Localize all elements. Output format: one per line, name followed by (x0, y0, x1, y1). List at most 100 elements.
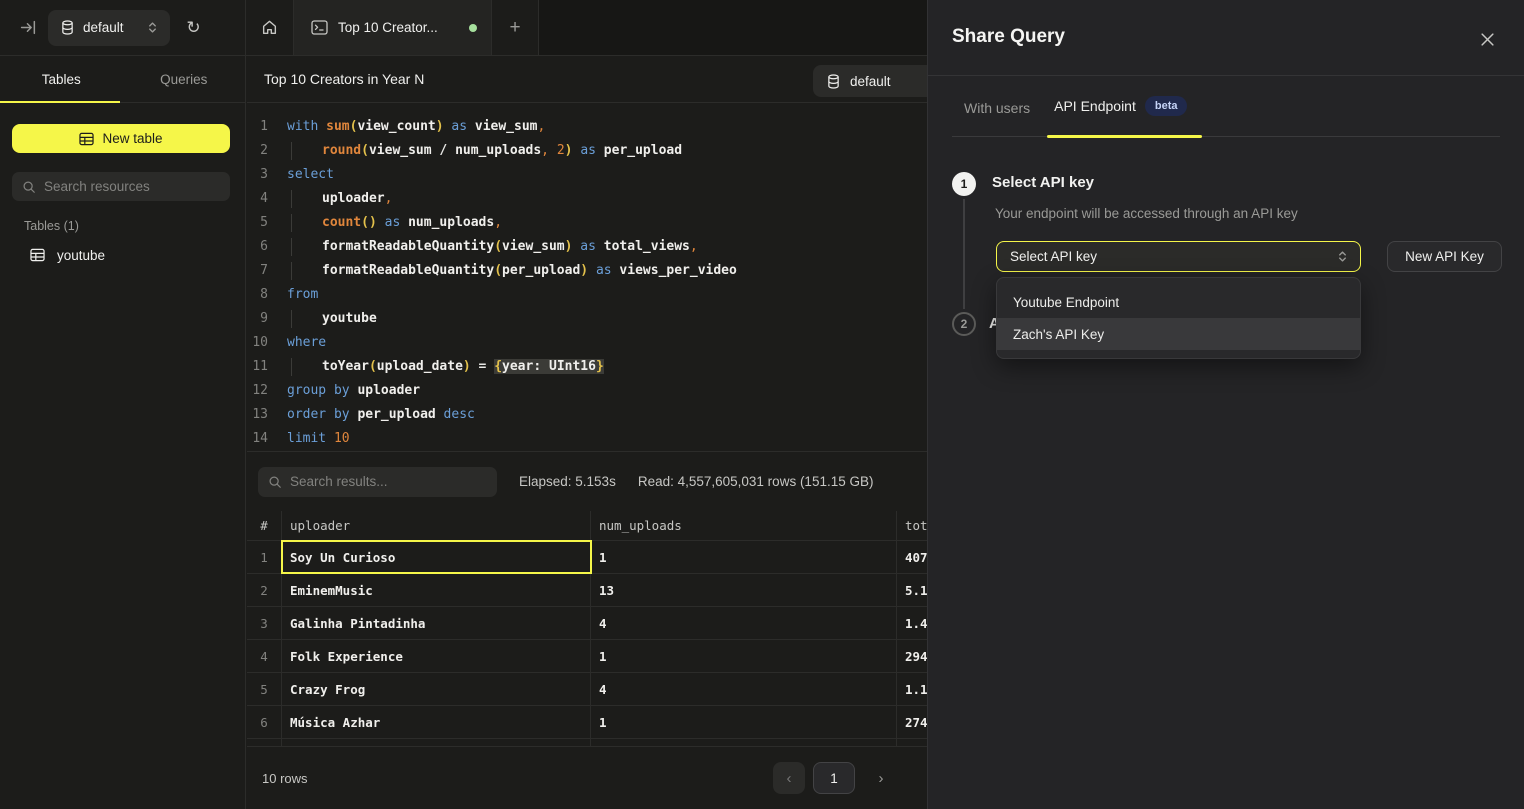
home-button[interactable] (246, 0, 294, 55)
chevron-right-icon: › (879, 770, 884, 787)
line-number: 2 (247, 139, 268, 163)
api-key-select-value: Select API key (1010, 249, 1337, 264)
database-selector-value: default (83, 20, 124, 35)
terminal-icon (311, 20, 328, 35)
line-number: 5 (247, 211, 268, 235)
step-connector-line (963, 199, 965, 309)
new-api-key-button[interactable]: New API Key (1387, 241, 1502, 272)
search-resources-input[interactable] (44, 179, 220, 194)
results-search (258, 467, 497, 497)
column-header-num[interactable]: # (247, 511, 282, 540)
results-toolbar: Elapsed: 5.153s Read: 4,557,605,031 rows… (247, 452, 927, 511)
column-header-num_uploads[interactable]: num_uploads (591, 511, 897, 540)
code-text: toYear(upload_date) = {year: UInt16} (287, 355, 604, 379)
chevron-left-icon: ‹ (787, 770, 792, 787)
tab-with-users-label: With users (964, 100, 1030, 116)
cell-num-uploads[interactable]: 1 (591, 541, 897, 573)
row-number: 6 (247, 706, 282, 738)
api-key-select[interactable]: Select API key (996, 241, 1361, 272)
pagination-next-button[interactable]: › (867, 762, 895, 794)
api-key-option[interactable]: Zach's API Key (997, 318, 1360, 350)
code-line-7: 7formatReadableQuantity(per_upload) as v… (247, 259, 927, 283)
row-number: 5 (247, 673, 282, 705)
indent-guide (291, 310, 322, 328)
database-icon (827, 74, 840, 89)
table-row: 1Soy Un Curioso1407 (247, 541, 927, 574)
code-line-10: 10where (247, 331, 927, 355)
close-icon (1480, 32, 1495, 47)
step-1-description: Your endpoint will be accessed through a… (995, 206, 1298, 221)
search-icon (22, 180, 36, 194)
close-panel-button[interactable] (1471, 23, 1503, 55)
cell-total-views[interactable]: 1.4 (897, 607, 927, 639)
cell-uploader[interactable]: Soy Un Curioso (282, 541, 591, 573)
cell-num-uploads[interactable]: 13 (591, 574, 897, 606)
cell-total-views[interactable]: 407 (897, 541, 927, 573)
tab-top-10-creators[interactable]: Top 10 Creator... (294, 0, 492, 55)
code-line-11: 11toYear(upload_date) = {year: UInt16} (247, 355, 927, 379)
read-stat: Read: 4,557,605,031 rows (151.15 GB) (638, 474, 874, 489)
cell-uploader[interactable]: Crazy Frog (282, 673, 591, 705)
editor-database-selector[interactable]: default (813, 65, 927, 97)
cell-uploader[interactable]: Folk Experience (282, 640, 591, 672)
cell-total-views[interactable]: 274 (897, 706, 927, 738)
cell-total-views[interactable]: 1.1 (897, 673, 927, 705)
new-table-label: New table (102, 131, 162, 146)
cell-total-views[interactable]: 5.1 (897, 574, 927, 606)
indent-guide (291, 238, 322, 256)
tab-api-endpoint[interactable]: API Endpoint beta (1042, 96, 1199, 136)
cell-uploader[interactable]: EminemMusic (282, 574, 591, 606)
database-selector[interactable]: default (48, 10, 170, 46)
api-key-option[interactable]: Youtube Endpoint (997, 286, 1360, 318)
refresh-button[interactable]: ↻ (176, 10, 212, 46)
cell-num-uploads[interactable]: 4 (591, 607, 897, 639)
cell-num-uploads[interactable]: 1 (591, 706, 897, 738)
code-line-9: 9youtube (247, 307, 927, 331)
line-number: 3 (247, 163, 268, 187)
line-number: 1 (247, 115, 268, 139)
sidebar-table-item[interactable]: youtube (12, 239, 230, 271)
tab-tables[interactable]: Tables (0, 56, 123, 102)
new-tab-button[interactable]: + (492, 0, 539, 55)
code-line-1: 1with sum(view_count) as view_sum, (247, 115, 927, 139)
tab-queries[interactable]: Queries (123, 56, 246, 102)
pagination-page-button[interactable]: 1 (813, 762, 855, 794)
line-number: 7 (247, 259, 268, 283)
query-title: Top 10 Creators in Year N (264, 71, 424, 87)
line-number: 9 (247, 307, 268, 331)
code-line-12: 12group by uploader (247, 379, 927, 403)
code-line-4: 4uploader, (247, 187, 927, 211)
row-number: 3 (247, 607, 282, 639)
results-grid: #uploadernum_uploadstot 1Soy Un Curioso1… (247, 511, 927, 746)
step-1-title: Select API key (992, 174, 1094, 191)
search-results-input[interactable] (290, 474, 487, 489)
cell-total-views[interactable]: 294 (897, 640, 927, 672)
cell-uploader[interactable]: Galinha Pintadinha (282, 607, 591, 639)
code-line-8: 8from (247, 283, 927, 307)
new-table-button[interactable]: New table (12, 124, 230, 153)
database-icon (61, 20, 74, 35)
code-text: select (287, 163, 334, 187)
tab-with-users[interactable]: With users (952, 100, 1042, 136)
row-count-label: 10 rows (262, 771, 308, 786)
tab-strip: Top 10 Creator... + (246, 0, 927, 55)
line-number: 8 (247, 283, 268, 307)
cell-uploader[interactable]: Música Azhar (282, 706, 591, 738)
cell-num-uploads[interactable]: 1 (591, 640, 897, 672)
pagination-prev-button[interactable]: ‹ (773, 762, 805, 794)
home-icon (261, 19, 278, 36)
main-area: Top 10 Creators in Year N default 1with … (247, 56, 927, 809)
table-list: youtube (12, 239, 230, 271)
indent-guide (291, 358, 322, 376)
table-row: 4Folk Experience1294 (247, 640, 927, 673)
sql-editor[interactable]: 1with sum(view_count) as view_sum,2 round… (247, 103, 927, 452)
share-panel-header: Share Query (928, 0, 1524, 76)
line-number: 10 (247, 331, 268, 355)
column-header-uploader[interactable]: uploader (282, 511, 591, 540)
sidebar: Tables Queries New table Tables (1) yout… (0, 56, 246, 809)
cell-num-uploads[interactable]: 4 (591, 673, 897, 705)
step-1-indicator: 1 (952, 172, 976, 196)
column-header-tot[interactable]: tot (897, 511, 927, 540)
code-text: round(view_sum / num_uploads, 2) as per_… (287, 139, 682, 163)
collapse-sidebar-button[interactable] (8, 8, 48, 48)
